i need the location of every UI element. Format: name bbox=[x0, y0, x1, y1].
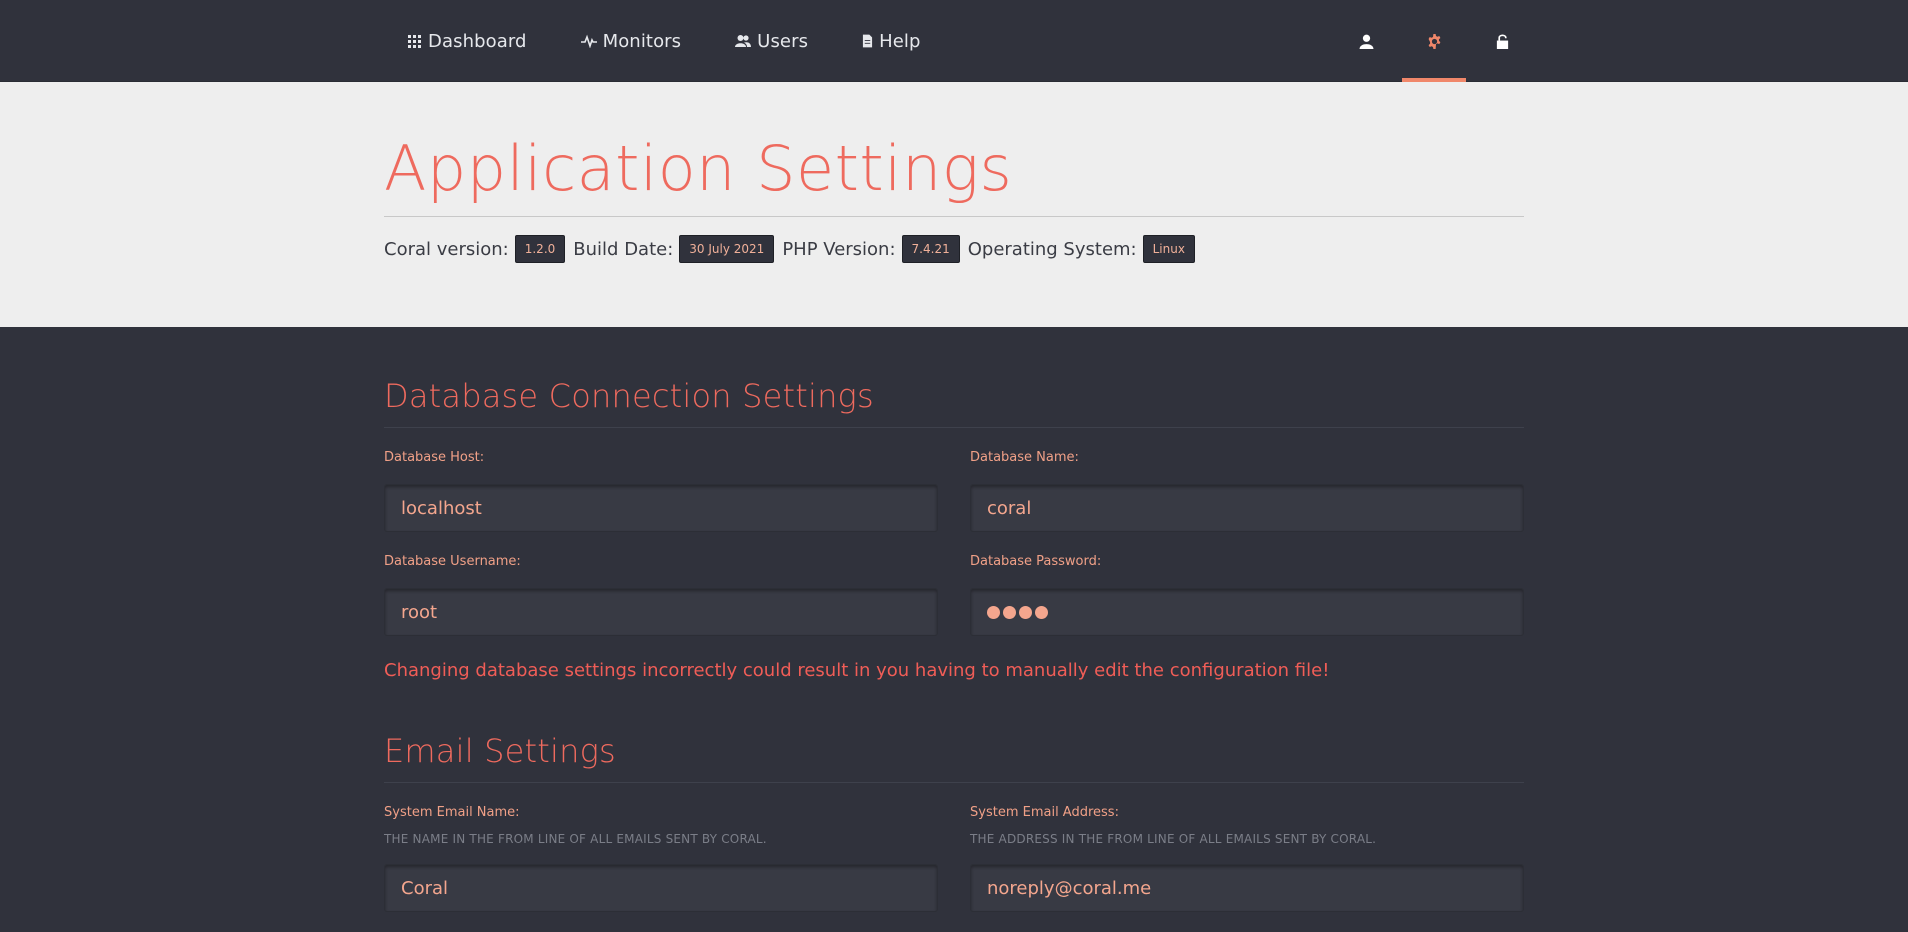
coral-version-badge: 1.2.0 bbox=[514, 235, 566, 263]
database-section-title: Database Connection Settings bbox=[384, 377, 874, 415]
password-dot bbox=[987, 605, 1000, 619]
logout-button[interactable] bbox=[1470, 0, 1534, 82]
database-warning-text: Changing database settings incorrectly c… bbox=[384, 660, 1330, 681]
gear-icon bbox=[1428, 33, 1440, 49]
password-dot bbox=[1035, 605, 1048, 619]
nav-item-help[interactable]: Help bbox=[862, 0, 920, 82]
system-email-address-field: System Email Address: THE ADDRESS IN THE… bbox=[970, 783, 1524, 912]
os-label: Operating System: bbox=[967, 238, 1137, 260]
system-email-name-help: THE NAME IN THE FROM LINE OF ALL EMAILS … bbox=[384, 832, 767, 846]
input-value: noreply@coral.me bbox=[987, 877, 1152, 899]
input-value: coral bbox=[987, 497, 1032, 519]
php-version-label: PHP Version: bbox=[782, 238, 896, 260]
grid-icon bbox=[408, 35, 421, 48]
nav-item-label: Monitors bbox=[602, 30, 682, 52]
header-divider bbox=[384, 216, 1524, 217]
database-host-input[interactable]: localhost bbox=[384, 484, 938, 532]
unlock-icon bbox=[1496, 33, 1508, 49]
document-icon bbox=[862, 34, 873, 48]
main-nav: Dashboard Monitors Users Help bbox=[408, 0, 975, 82]
input-value: localhost bbox=[401, 497, 482, 519]
nav-item-monitors[interactable]: Monitors bbox=[580, 0, 682, 82]
system-email-name-input[interactable]: Coral bbox=[384, 864, 938, 912]
users-icon bbox=[735, 35, 752, 47]
system-email-name-field: System Email Name: THE NAME IN THE FROM … bbox=[384, 783, 938, 912]
account-nav bbox=[1330, 0, 1534, 82]
email-row-1: System Email Name: THE NAME IN THE FROM … bbox=[384, 783, 1524, 912]
system-email-address-help: THE ADDRESS IN THE FROM LINE OF ALL EMAI… bbox=[970, 832, 1377, 846]
build-date-label: Build Date: bbox=[573, 238, 674, 260]
build-date-badge: 30 July 2021 bbox=[679, 235, 775, 263]
database-name-input[interactable]: coral bbox=[970, 484, 1524, 532]
page-header: Application Settings Coral version: 1.2.… bbox=[0, 82, 1908, 327]
version-info: Coral version: 1.2.0 Build Date: 30 July… bbox=[384, 235, 1524, 263]
system-email-name-label: System Email Name: bbox=[384, 805, 520, 820]
database-password-input[interactable] bbox=[970, 588, 1524, 636]
password-dot bbox=[1003, 605, 1016, 619]
database-password-label: Database Password: bbox=[970, 554, 1102, 569]
database-row-2: Database Username: root Database Passwor… bbox=[384, 532, 1524, 636]
system-email-address-input[interactable]: noreply@coral.me bbox=[970, 864, 1524, 912]
settings-content: Database Connection Settings Database Ho… bbox=[384, 327, 1524, 912]
database-username-input[interactable]: root bbox=[384, 588, 938, 636]
password-mask bbox=[987, 605, 1048, 619]
nav-item-label: Help bbox=[879, 30, 921, 52]
pulse-icon bbox=[580, 34, 597, 48]
email-section-title: Email Settings bbox=[384, 732, 616, 770]
database-password-field: Database Password: bbox=[970, 532, 1524, 636]
top-navbar: Dashboard Monitors Users Help bbox=[0, 0, 1908, 82]
password-dot bbox=[1019, 605, 1032, 619]
settings-button[interactable] bbox=[1402, 0, 1466, 82]
profile-button[interactable] bbox=[1334, 0, 1398, 82]
input-value: root bbox=[401, 601, 438, 623]
input-value: Coral bbox=[401, 877, 449, 899]
system-email-address-label: System Email Address: bbox=[970, 805, 1119, 820]
database-host-label: Database Host: bbox=[384, 450, 485, 465]
database-name-label: Database Name: bbox=[970, 450, 1079, 465]
nav-item-label: Dashboard bbox=[428, 30, 527, 52]
user-icon bbox=[1359, 34, 1373, 49]
database-username-label: Database Username: bbox=[384, 554, 521, 569]
database-name-field: Database Name: coral bbox=[970, 428, 1524, 532]
php-version-badge: 7.4.21 bbox=[901, 235, 960, 263]
coral-version-label: Coral version: bbox=[384, 238, 509, 260]
database-username-field: Database Username: root bbox=[384, 532, 938, 636]
nav-item-dashboard[interactable]: Dashboard bbox=[408, 0, 527, 82]
database-host-field: Database Host: localhost bbox=[384, 428, 938, 532]
database-row-1: Database Host: localhost Database Name: … bbox=[384, 428, 1524, 532]
nav-item-label: Users bbox=[757, 30, 809, 52]
page-title: Application Settings bbox=[384, 132, 1013, 205]
os-badge: Linux bbox=[1142, 235, 1195, 263]
nav-item-users[interactable]: Users bbox=[735, 0, 808, 82]
